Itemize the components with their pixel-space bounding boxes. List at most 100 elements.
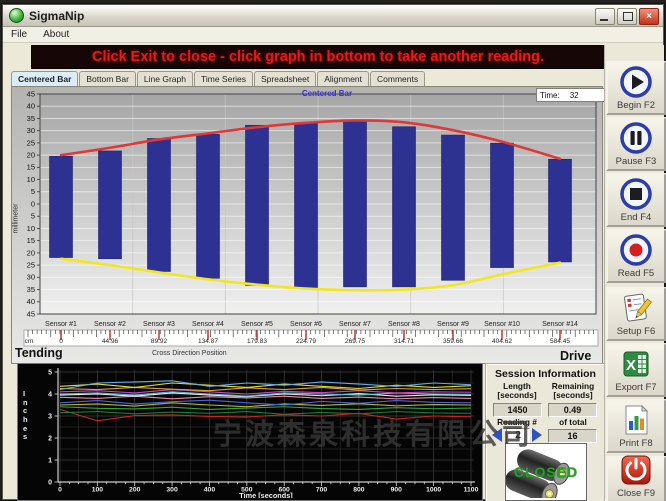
svg-text:3: 3 — [48, 414, 52, 421]
svg-text:10: 10 — [27, 175, 35, 184]
svg-text:0: 0 — [59, 338, 63, 345]
remaining-value: 0.49 — [548, 403, 597, 417]
drive-side-label: Drive — [560, 349, 591, 363]
reading-value: 2 — [506, 428, 530, 444]
tab-centered-bar[interactable]: Centered Bar — [11, 71, 78, 86]
svg-text:0: 0 — [58, 487, 62, 494]
svg-text:700: 700 — [316, 487, 328, 494]
tending-side-label: Tending — [15, 346, 63, 360]
notepad-icon — [618, 289, 654, 326]
svg-text:5: 5 — [31, 212, 35, 221]
restore-icon — [623, 12, 633, 21]
read-button[interactable]: Read F5 — [606, 229, 666, 283]
nip-status-text: CLOSED — [506, 464, 586, 480]
excel-icon: X — [618, 345, 654, 382]
reading-next-arrow[interactable] — [532, 428, 542, 442]
play-icon — [618, 63, 654, 100]
power-icon — [618, 452, 654, 488]
chart-icon — [618, 401, 654, 438]
remaining-label: Remaining[seconds] — [545, 382, 601, 401]
chart-title: Centered Bar — [242, 89, 412, 98]
svg-text:Sensor #7: Sensor #7 — [339, 321, 371, 328]
svg-text:Sensor #6: Sensor #6 — [290, 321, 322, 328]
svg-text:269.75: 269.75 — [345, 338, 365, 345]
svg-text:30: 30 — [27, 126, 35, 135]
svg-text:15: 15 — [27, 236, 35, 245]
banner-text: Click Exit to close - click graph in bot… — [92, 49, 544, 65]
time-readout: Time: 32 — [536, 88, 606, 102]
tab-alignment[interactable]: Alignment — [317, 71, 369, 86]
svg-text:Time [seconds]: Time [seconds] — [239, 491, 293, 498]
svg-text:800: 800 — [353, 487, 365, 494]
pause-icon — [618, 119, 654, 156]
trend-chart[interactable]: 0100200300400500600700800900100011000123… — [18, 364, 480, 498]
time-label: Time: — [540, 91, 560, 100]
window-title: SigmaNip — [29, 9, 84, 23]
export-button-label: Export F7 — [615, 382, 656, 395]
svg-text:35: 35 — [27, 285, 35, 294]
restore-button[interactable] — [617, 8, 637, 25]
minimize-button[interactable] — [595, 8, 615, 25]
length-label: Length[seconds] — [489, 382, 545, 401]
total-label: of total — [545, 418, 601, 427]
titlebar: SigmaNip × — [3, 5, 663, 27]
svg-text:1: 1 — [48, 458, 52, 465]
pause-button-label: Pause F3 — [616, 156, 657, 169]
svg-text:400: 400 — [204, 487, 216, 494]
svg-text:404.62: 404.62 — [492, 338, 512, 345]
menu-about[interactable]: About — [35, 29, 77, 40]
tab-spreadsheet[interactable]: Spreadsheet — [254, 71, 316, 86]
print-button-label: Print F8 — [619, 438, 652, 451]
session-title: Session Information — [487, 368, 604, 380]
action-button-column: Begin F2 Pause F3 End F4Read F5 Setup F6 XEx… — [604, 45, 664, 499]
trend-chart-panel[interactable]: 0100200300400500600700800900100011000123… — [17, 363, 483, 501]
svg-text:20: 20 — [27, 151, 35, 160]
reading-label: Reading # — [489, 418, 545, 427]
svg-text:Sensor #10: Sensor #10 — [484, 321, 520, 328]
svg-text:cm: cm — [25, 338, 34, 345]
svg-text:45: 45 — [27, 309, 35, 318]
close-button-label: Close F9 — [617, 488, 655, 501]
print-button[interactable]: Print F8 — [606, 399, 666, 453]
svg-text:Sensor #14: Sensor #14 — [542, 321, 578, 328]
pause-button[interactable]: Pause F3 — [606, 117, 666, 171]
app-icon — [9, 8, 24, 23]
reading-prev-arrow[interactable] — [492, 428, 502, 442]
y-axis-label: millimeter — [13, 189, 20, 249]
svg-text:5: 5 — [31, 187, 35, 196]
svg-text:15: 15 — [27, 163, 35, 172]
svg-text:1100: 1100 — [464, 487, 479, 494]
svg-text:0: 0 — [31, 199, 35, 208]
end-button[interactable]: End F4 — [606, 173, 666, 227]
close-window-button[interactable]: × — [639, 8, 659, 25]
svg-text:30: 30 — [27, 273, 35, 282]
svg-text:20: 20 — [27, 248, 35, 257]
stop-icon — [618, 175, 654, 212]
svg-text:0: 0 — [48, 480, 52, 487]
svg-text:200: 200 — [129, 487, 141, 494]
svg-text:40: 40 — [27, 297, 35, 306]
menu-file[interactable]: File — [3, 29, 35, 40]
tab-time-series[interactable]: Time Series — [194, 71, 253, 86]
svg-text:4: 4 — [48, 392, 52, 399]
svg-text:25: 25 — [27, 261, 35, 270]
session-info-panel: Session Information Length[seconds] Rema… — [485, 363, 606, 501]
setup-button[interactable]: Setup F6 — [606, 287, 666, 341]
tab-comments[interactable]: Comments — [370, 71, 425, 86]
tab-line-graph[interactable]: Line Graph — [137, 71, 193, 86]
close-button[interactable]: Close F9 — [606, 456, 666, 501]
tab-bottom-bar[interactable]: Bottom Bar — [79, 71, 136, 86]
svg-text:179.83: 179.83 — [247, 338, 267, 345]
export-button[interactable]: XExport F7 — [606, 343, 666, 397]
time-value: 32 — [570, 91, 579, 100]
begin-button-label: Begin F2 — [617, 100, 655, 113]
centered-bar-chart: 45403530252015105051015202530354045Senso… — [12, 87, 600, 361]
svg-text:Sensor #9: Sensor #9 — [437, 321, 469, 328]
svg-text:Sensor #2: Sensor #2 — [94, 321, 126, 328]
svg-text:10: 10 — [27, 224, 35, 233]
svg-text:314.71: 314.71 — [394, 338, 414, 345]
message-banner: Click Exit to close - click graph in bot… — [31, 45, 605, 69]
begin-button[interactable]: Begin F2 — [606, 61, 666, 115]
svg-text:900: 900 — [391, 487, 403, 494]
setup-button-label: Setup F6 — [617, 326, 656, 339]
